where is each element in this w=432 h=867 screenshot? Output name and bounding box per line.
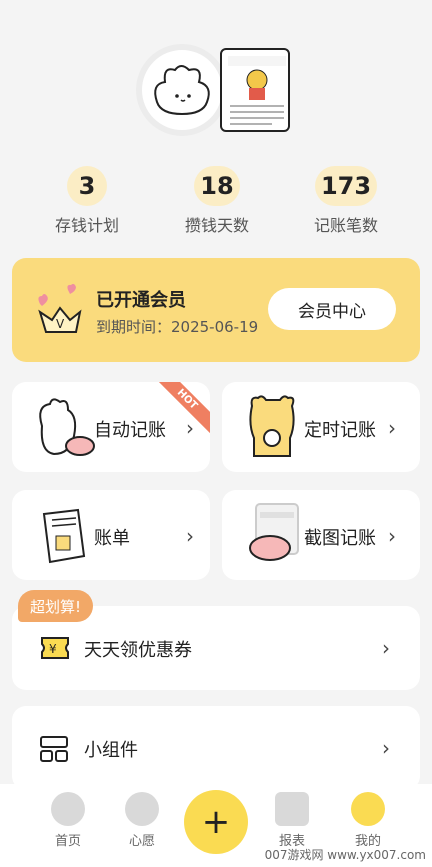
coupon-icon: ¥ xyxy=(41,637,69,659)
stat-label: 记账笔数 xyxy=(313,216,378,235)
stat-save-days[interactable]: 18 攒钱天数 xyxy=(162,166,272,236)
screenshot-record-card[interactable]: 截图记账 › xyxy=(222,490,420,580)
nav-report[interactable]: 报表 xyxy=(262,792,322,849)
nav-mine[interactable]: 我的 xyxy=(338,792,398,849)
auto-record-card[interactable]: 自动记账 › HOT xyxy=(12,382,210,472)
chevron-right-icon: › xyxy=(186,524,194,548)
widget-row[interactable]: 小组件 › xyxy=(12,706,420,790)
timed-record-card[interactable]: 定时记账 › xyxy=(222,382,420,472)
widget-grid-icon xyxy=(40,736,68,762)
sticker-card-icon xyxy=(220,48,290,132)
coupon-label: 天天领优惠券 xyxy=(84,640,192,661)
stat-save-plans[interactable]: 3 存钱计划 xyxy=(32,166,142,236)
timed-record-label: 定时记账 xyxy=(304,420,376,441)
screenshot-record-label: 截图记账 xyxy=(304,528,376,549)
bill-label: 账单 xyxy=(94,528,130,549)
chart-icon xyxy=(275,792,309,826)
widget-label: 小组件 xyxy=(84,740,138,761)
chevron-right-icon: › xyxy=(382,736,390,760)
avatar[interactable] xyxy=(136,44,228,136)
stat-value: 18 xyxy=(194,166,240,206)
bunny-piggy-icon xyxy=(39,398,95,456)
phone-piggy-icon xyxy=(249,503,299,561)
bill-book-icon xyxy=(42,508,86,564)
stat-value: 173 xyxy=(314,166,378,206)
vip-expire-date: 到期时间：2025-06-19 xyxy=(96,318,259,336)
vip-center-button[interactable]: 会员中心 xyxy=(268,288,396,330)
wish-icon xyxy=(125,792,159,826)
stat-label: 攒钱天数 xyxy=(184,216,249,235)
nav-home[interactable]: 首页 xyxy=(38,792,98,849)
crown-icon: V xyxy=(38,283,82,333)
stat-value: 3 xyxy=(67,166,107,206)
profile-icon xyxy=(351,792,385,826)
vip-status-title: 已开通会员 xyxy=(96,290,186,311)
home-icon xyxy=(51,792,85,826)
add-record-button[interactable]: + xyxy=(184,790,248,854)
watermark: 007游戏网 www.yx007.com xyxy=(264,848,426,862)
bunny-avatar-icon xyxy=(154,65,210,116)
stat-record-count[interactable]: 173 记账笔数 xyxy=(291,166,401,236)
stat-label: 存钱计划 xyxy=(54,216,119,235)
chevron-right-icon: › xyxy=(388,524,396,548)
promo-tag: 超划算! xyxy=(18,590,94,622)
bear-clock-icon xyxy=(249,395,295,457)
chevron-right-icon: › xyxy=(382,636,390,660)
hot-badge: HOT xyxy=(150,382,210,442)
chevron-right-icon: › xyxy=(388,416,396,440)
nav-wish[interactable]: 心愿 xyxy=(112,792,172,849)
svg-text:¥: ¥ xyxy=(49,642,57,656)
bill-card[interactable]: 账单 › xyxy=(12,490,210,580)
svg-text:V: V xyxy=(56,317,65,331)
